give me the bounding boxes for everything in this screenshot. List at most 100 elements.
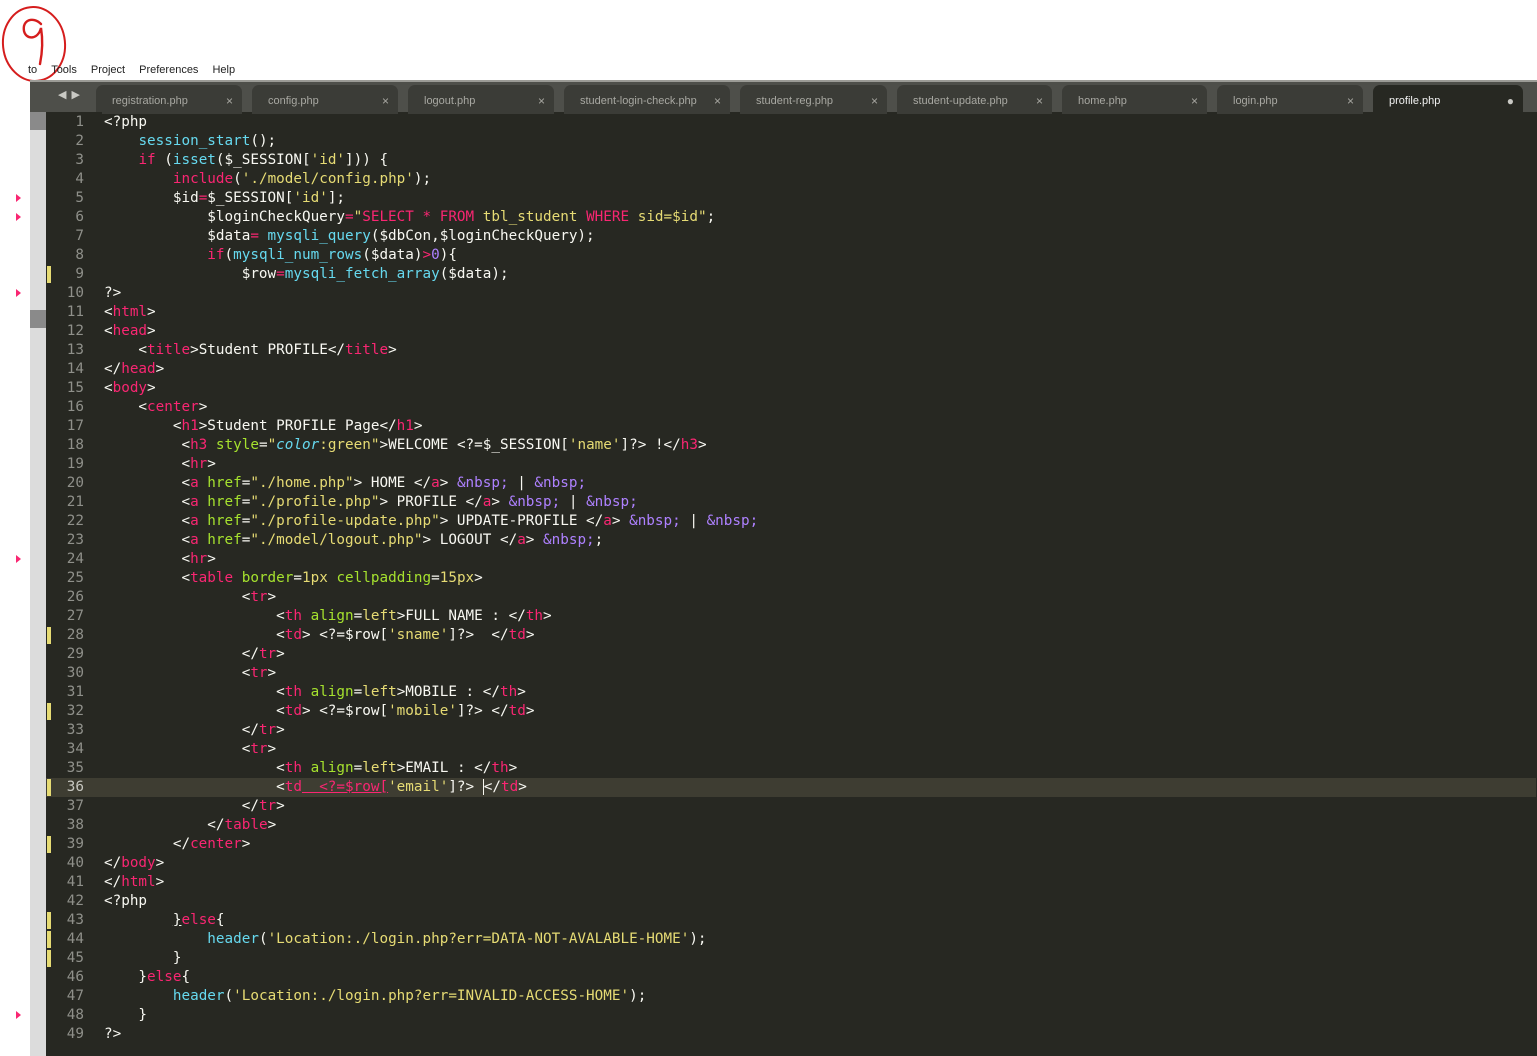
tab-nav-arrows-icon[interactable]: ◀▶	[58, 88, 85, 101]
code-line[interactable]: 24 <hr>	[16, 550, 1536, 569]
code-line[interactable]: 20 <a href="./home.php"> HOME </a> &nbsp…	[46, 474, 1536, 493]
code-line[interactable]: 19 <hr>	[46, 455, 1536, 474]
code-token: title	[345, 342, 389, 358]
code-line[interactable]: 26 <tr>	[46, 588, 1536, 607]
code-line[interactable]: 27 <th align=left>FULL NAME : </th>	[46, 607, 1536, 626]
code-token: ];	[327, 190, 346, 206]
code-line[interactable]: 45 }	[46, 949, 1536, 968]
code-line[interactable]: 29 </tr>	[46, 645, 1536, 664]
warning-marker-icon	[16, 289, 21, 297]
code-line[interactable]: 34 <tr>	[46, 740, 1536, 759]
code-line[interactable]: 30 <tr>	[46, 664, 1536, 683]
code-line[interactable]: 49 ?>	[46, 1025, 1536, 1044]
code-line[interactable]: 35 <th align=left>EMAIL : </th>	[46, 759, 1536, 778]
tab-student-login-check[interactable]: student-login-check.php ×	[564, 85, 730, 114]
close-icon[interactable]: ×	[226, 94, 233, 108]
code-token: > PROFILE </	[379, 494, 483, 510]
code-line[interactable]: 48 }	[16, 1006, 1536, 1025]
code-line[interactable]: 1 <?php	[46, 113, 1536, 132]
code-line[interactable]: 32 <td> <?=$row['mobile']?> </td>	[46, 702, 1536, 721]
code-line[interactable]: 33 </tr>	[46, 721, 1536, 740]
code-text: }	[104, 1006, 147, 1025]
close-icon[interactable]: ×	[538, 94, 545, 108]
tab-logout[interactable]: logout.php ×	[408, 85, 554, 114]
close-icon[interactable]: ×	[1347, 94, 1354, 108]
code-text: </tr>	[104, 721, 285, 740]
code-line[interactable]: 31 <th align=left>MOBILE : </th>	[46, 683, 1536, 702]
code-token: href	[207, 475, 242, 491]
tab-config[interactable]: config.php ×	[252, 85, 398, 114]
code-line[interactable]: 6 $loginCheckQuery="SELECT * FROM tbl_st…	[16, 208, 1536, 227]
code-token: 'id'	[310, 152, 346, 168]
code-line[interactable]: 36 <td <?=$row['email']?> </td>	[46, 778, 1536, 797]
tab-profile[interactable]: profile.php ●	[1373, 85, 1523, 114]
close-icon[interactable]: ×	[382, 94, 389, 108]
code-line[interactable]: 3 if (isset($_SESSION['id'])) {	[46, 151, 1536, 170]
code-token: header	[172, 988, 225, 1004]
code-token: './model/config.php'	[241, 171, 414, 187]
code-line[interactable]: 2 session_start();	[46, 132, 1536, 151]
code-line[interactable]: 8 if(mysqli_num_rows($data)>0){	[46, 246, 1536, 265]
code-token: else	[147, 969, 182, 985]
code-line[interactable]: 14 </head>	[46, 360, 1536, 379]
code-line[interactable]: 9 $row=mysqli_fetch_array($data);	[46, 265, 1536, 284]
code-token: (	[224, 247, 234, 263]
code-line[interactable]: 44 header('Location:./login.php?err=DATA…	[46, 930, 1536, 949]
code-token: th	[499, 684, 518, 700]
menu-item-preferences[interactable]: Preferences	[139, 64, 198, 76]
tab-student-update[interactable]: student-update.php ×	[897, 85, 1052, 114]
unsaved-dot-icon[interactable]: ●	[1507, 94, 1514, 108]
code-line[interactable]: 39 </center>	[46, 835, 1536, 854]
line-number: 38	[66, 817, 84, 833]
close-icon[interactable]: ×	[871, 94, 878, 108]
code-line[interactable]: 12 <head>	[46, 322, 1536, 341]
close-icon[interactable]: ×	[1036, 94, 1043, 108]
code-line[interactable]: 4 include('./model/config.php');	[46, 170, 1536, 189]
code-line[interactable]: 25 <table border=1px cellpadding=15px>	[46, 569, 1536, 588]
code-line[interactable]: 23 <a href="./model/logout.php"> LOGOUT …	[46, 531, 1536, 550]
code-text: if(mysqli_num_rows($data)>0){	[104, 246, 457, 265]
tab-student-reg[interactable]: student-reg.php ×	[740, 85, 887, 114]
line-number: 6	[75, 209, 84, 225]
code-line[interactable]: 10 ?>	[16, 284, 1536, 303]
code-line[interactable]: 15 <body>	[46, 379, 1536, 398]
line-number: 3	[75, 152, 84, 168]
code-line[interactable]: 46 }else{	[46, 968, 1536, 987]
code-line[interactable]: 21 <a href="./profile.php"> PROFILE </a>…	[46, 493, 1536, 512]
code-line[interactable]: 42 <?php	[46, 892, 1536, 911]
menu-item-to[interactable]: to	[28, 64, 37, 76]
code-token: session_start	[138, 133, 251, 149]
code-line[interactable]: 11 <html>	[46, 303, 1536, 322]
code-line[interactable]: 40 </body>	[46, 854, 1536, 873]
tab-label: profile.php	[1389, 95, 1441, 107]
close-icon[interactable]: ×	[714, 94, 721, 108]
tab-home[interactable]: home.php ×	[1062, 85, 1207, 114]
menu-item-project[interactable]: Project	[91, 64, 125, 76]
code-token: left	[362, 684, 397, 700]
code-line[interactable]: 13 <title>Student PROFILE</title>	[46, 341, 1536, 360]
code-token: tr	[258, 722, 277, 738]
menu-item-help[interactable]: Help	[212, 64, 235, 76]
menu-item-tools[interactable]: Tools	[51, 64, 77, 76]
code-line[interactable]: 7 $data= mysqli_query($dbCon,$loginCheck…	[46, 227, 1536, 246]
code-line[interactable]: 18 <h3 style="color:green">WELCOME <?=$_…	[46, 436, 1536, 455]
code-line[interactable]: 41 </html>	[46, 873, 1536, 892]
code-line[interactable]: 43 }else{	[46, 911, 1536, 930]
code-line[interactable]: 5 $id=$_SESSION['id'];	[16, 189, 1536, 208]
code-line[interactable]: 38 </table>	[46, 816, 1536, 835]
code-line[interactable]: 28 <td> <?=$row['sname']?> </td>	[46, 626, 1536, 645]
code-line[interactable]: 22 <a href="./profile-update.php"> UPDAT…	[46, 512, 1536, 531]
tab-registration[interactable]: registration.php ×	[96, 85, 242, 114]
line-number: 18	[66, 437, 84, 453]
code-line[interactable]: 37 </tr>	[46, 797, 1536, 816]
code-line[interactable]: 47 header('Location:./login.php?err=INVA…	[46, 987, 1536, 1006]
close-icon[interactable]: ×	[1191, 94, 1198, 108]
code-token: >	[267, 589, 277, 605]
code-line[interactable]: 16 <center>	[46, 398, 1536, 417]
code-text: ?>	[104, 1025, 121, 1044]
code-token: >	[525, 703, 535, 719]
code-line[interactable]: 17 <h1>Student PROFILE Page</h1>	[46, 417, 1536, 436]
code-text: }	[104, 949, 182, 968]
tab-login[interactable]: login.php ×	[1217, 85, 1363, 114]
code-token: ($data)	[362, 247, 423, 263]
